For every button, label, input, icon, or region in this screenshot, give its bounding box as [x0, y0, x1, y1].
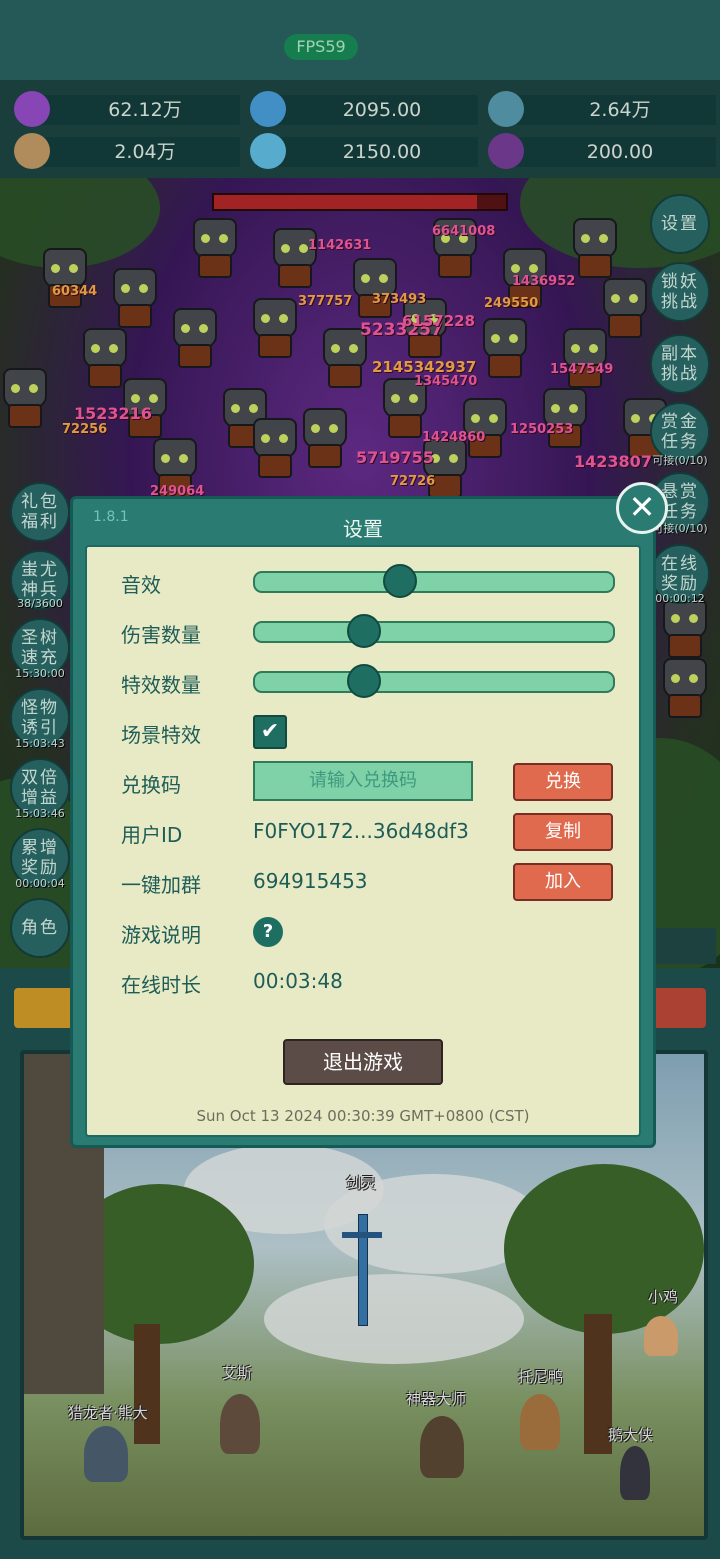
join-button[interactable]: 加入 [513, 863, 613, 901]
help-label: 游戏说明 [121, 923, 201, 947]
check-icon: ✔ [260, 719, 280, 744]
quit-game-button[interactable]: 退出游戏 [283, 1039, 443, 1085]
scene-effect-checkbox[interactable]: ✔ [253, 715, 287, 749]
close-icon[interactable]: ✕ [616, 482, 668, 534]
userid-label: 用户ID [121, 823, 183, 847]
redeem-button[interactable]: 兑换 [513, 763, 613, 801]
group-number: 694915453 [253, 869, 368, 893]
dialog-title: 设置 [343, 517, 383, 541]
userid-value: F0FYO172...36d48df3 [253, 819, 469, 843]
settings-dialog: 1.8.1 设置 音效 伤害数量 特效数量 场景特效 ✔ 兑换码 请输入兑换码 … [70, 496, 656, 1148]
online-time-value: 00:03:48 [253, 969, 343, 993]
settings-panel: 音效 伤害数量 特效数量 场景特效 ✔ 兑换码 请输入兑换码 兑换 用户ID F… [85, 545, 641, 1137]
sound-label: 音效 [121, 573, 161, 597]
online-time-label: 在线时长 [121, 973, 201, 997]
damage-count-label: 伤害数量 [121, 623, 201, 647]
effect-count-slider[interactable] [253, 664, 615, 698]
sound-slider-knob[interactable] [383, 564, 418, 598]
datetime-text: Sun Oct 13 2024 00:30:39 GMT+0800 (CST) [196, 1107, 530, 1125]
copy-button[interactable]: 复制 [513, 813, 613, 851]
effect-count-slider-knob[interactable] [347, 664, 382, 698]
join-group-label: 一键加群 [121, 873, 201, 897]
damage-count-slider-knob[interactable] [347, 614, 382, 648]
effect-count-label: 特效数量 [121, 673, 201, 697]
redeem-code-input[interactable]: 请输入兑换码 [253, 761, 473, 801]
help-icon[interactable]: ? [253, 917, 283, 947]
scene-effect-label: 场景特效 [121, 723, 201, 747]
redeem-label: 兑换码 [121, 773, 181, 797]
damage-count-slider[interactable] [253, 614, 615, 648]
sound-slider[interactable] [253, 564, 615, 598]
